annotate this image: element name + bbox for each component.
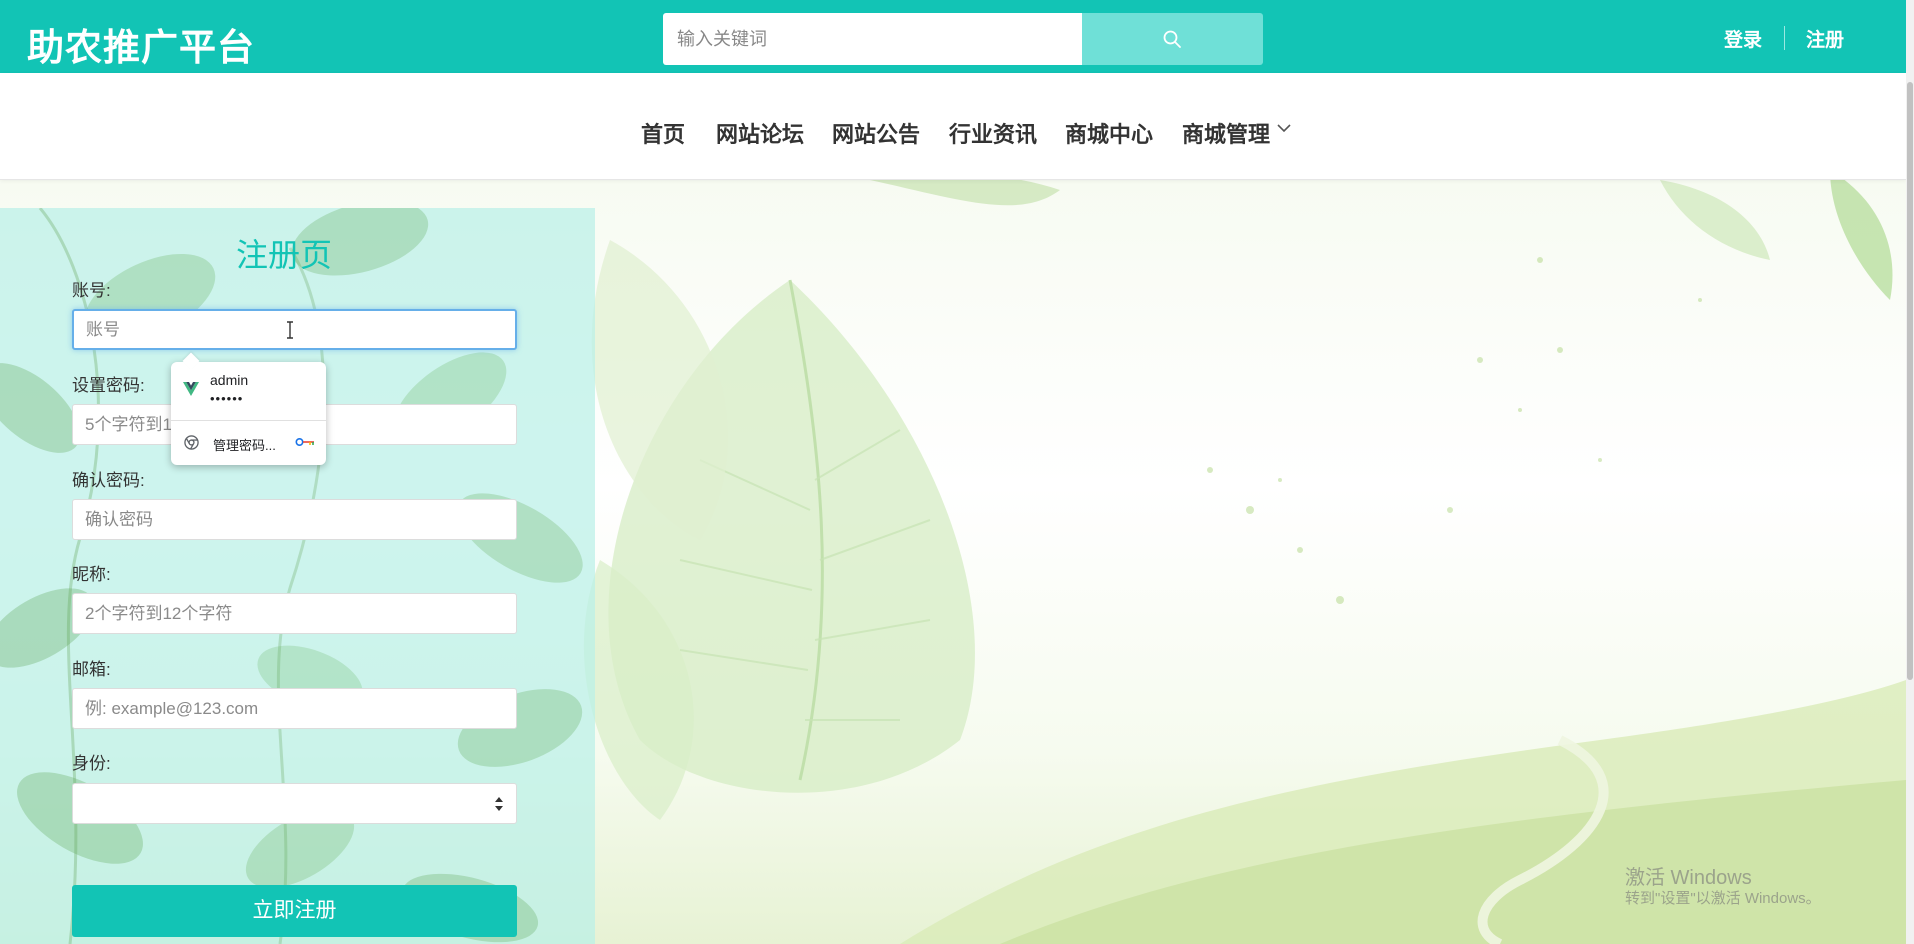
email-label: 邮箱: bbox=[72, 660, 111, 679]
chevron-down-icon[interactable] bbox=[1276, 123, 1292, 133]
top-header-bar: 助农推广平台 登录 注册 bbox=[0, 0, 1914, 73]
text-cursor-icon bbox=[287, 321, 293, 339]
search-icon bbox=[1163, 30, 1181, 48]
nav-item-mall-center[interactable]: 商城中心 bbox=[1065, 117, 1153, 149]
page-scrollbar-thumb[interactable] bbox=[1907, 82, 1913, 680]
select-arrows-icon bbox=[495, 797, 503, 811]
register-title: 注册页 bbox=[235, 237, 332, 273]
chrome-icon bbox=[184, 435, 199, 450]
account-input[interactable] bbox=[72, 309, 517, 350]
submit-register-button[interactable]: 立即注册 bbox=[72, 885, 517, 937]
manage-passwords-label: 管理密码... bbox=[213, 438, 276, 453]
auth-divider bbox=[1784, 26, 1785, 50]
confirm-password-label: 确认密码: bbox=[72, 471, 145, 490]
password-autofill-popup: admin •••••• 管理密码... bbox=[171, 362, 326, 465]
key-icon bbox=[295, 437, 314, 447]
nav-item-forum[interactable]: 网站论坛 bbox=[716, 117, 804, 149]
email-input[interactable] bbox=[72, 688, 517, 729]
nav-item-industry-news[interactable]: 行业资讯 bbox=[949, 117, 1037, 149]
search-button[interactable] bbox=[1082, 13, 1263, 65]
password-label: 设置密码: bbox=[72, 376, 145, 395]
autofill-password-mask: •••••• bbox=[210, 391, 244, 406]
nav-item-home[interactable]: 首页 bbox=[641, 117, 685, 149]
nav-item-announcements[interactable]: 网站公告 bbox=[832, 117, 920, 149]
nav-item-mall-management[interactable]: 商城管理 bbox=[1182, 117, 1270, 149]
windows-activation-subtitle: 转到"设置"以激活 Windows。 bbox=[1625, 890, 1821, 907]
role-label: 身份: bbox=[72, 754, 111, 773]
manage-passwords-item[interactable]: 管理密码... bbox=[171, 421, 326, 465]
windows-activation-title: 激活 Windows bbox=[1625, 867, 1752, 889]
login-link[interactable]: 登录 bbox=[1724, 25, 1762, 51]
search-bar bbox=[663, 13, 1263, 65]
confirm-password-input[interactable] bbox=[72, 499, 517, 540]
register-link[interactable]: 注册 bbox=[1806, 25, 1844, 51]
site-logo[interactable]: 助农推广平台 bbox=[27, 17, 255, 71]
register-panel: 注册页 账号: 设置密码: 确认密码: 昵称: 邮箱: 身份: 立即注册 bbox=[0, 208, 595, 944]
autofill-username: admin bbox=[210, 372, 249, 388]
nickname-label: 昵称: bbox=[72, 565, 111, 584]
vue-logo-icon bbox=[183, 382, 199, 396]
autofill-suggestion[interactable]: admin •••••• bbox=[171, 362, 326, 420]
main-nav: 首页 网站论坛 网站公告 行业资讯 商城中心 商城管理 bbox=[0, 73, 1906, 180]
role-select[interactable] bbox=[72, 783, 517, 824]
search-input[interactable] bbox=[663, 13, 1082, 65]
account-label: 账号: bbox=[72, 281, 111, 300]
nickname-input[interactable] bbox=[72, 593, 517, 634]
